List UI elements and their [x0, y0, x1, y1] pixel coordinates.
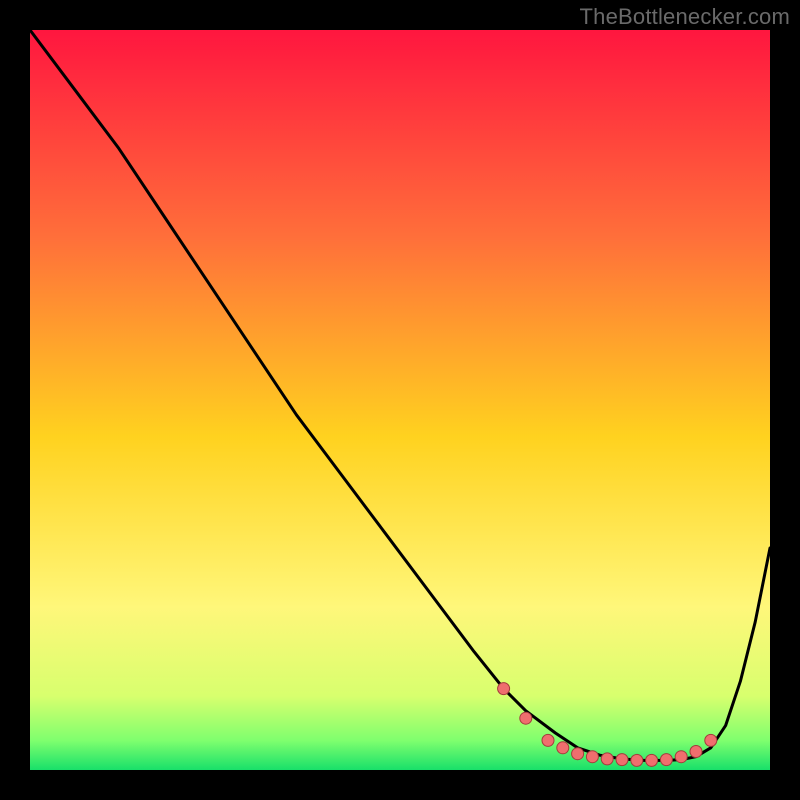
attribution-text: TheBottlenecker.com — [580, 4, 790, 30]
marker-point — [660, 754, 672, 766]
marker-point — [498, 683, 510, 695]
marker-point — [520, 712, 532, 724]
marker-point — [646, 754, 658, 766]
marker-point — [572, 748, 584, 760]
marker-point — [631, 754, 643, 766]
bottleneck-chart — [30, 30, 770, 770]
marker-point — [601, 753, 613, 765]
marker-point — [690, 746, 702, 758]
marker-point — [675, 751, 687, 763]
gradient-background — [30, 30, 770, 770]
marker-point — [616, 754, 628, 766]
marker-point — [586, 751, 598, 763]
marker-point — [705, 734, 717, 746]
marker-point — [542, 734, 554, 746]
marker-point — [557, 742, 569, 754]
chart-frame — [30, 30, 770, 770]
